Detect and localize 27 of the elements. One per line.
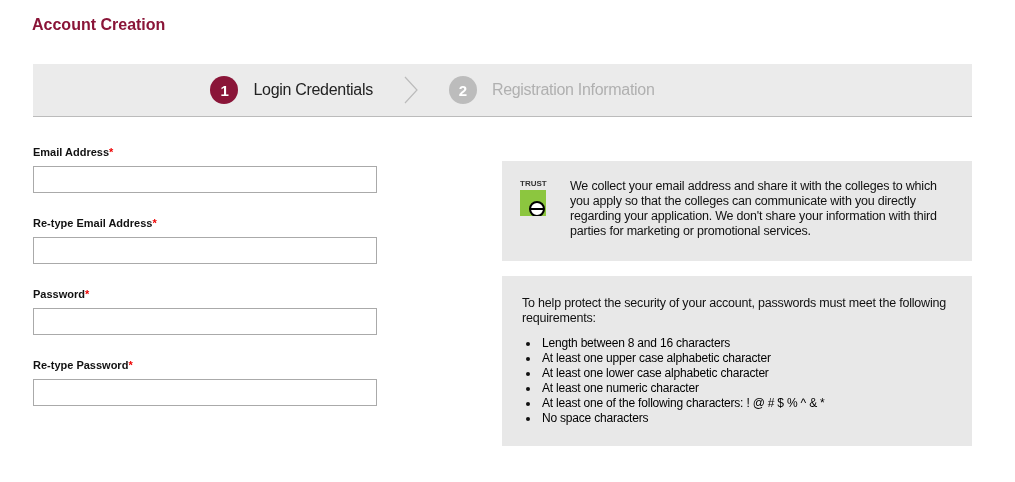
step-number: 1	[210, 76, 239, 104]
requirement-text: At least one of the following characters: ! @ # $ % ^ & *	[542, 396, 825, 411]
page-title: Account Creation	[32, 16, 167, 34]
step-number: 2	[448, 76, 477, 104]
chevron-icon	[402, 76, 419, 104]
input-field[interactable]	[33, 379, 377, 406]
bullet-icon	[526, 341, 530, 346]
input-field[interactable]	[33, 237, 377, 264]
input-field[interactable]	[33, 166, 377, 193]
bullet-icon	[526, 416, 530, 421]
field-label: Re-type Email Address*	[33, 217, 158, 229]
requirement-text: At least one upper case alphabetic character	[542, 351, 771, 366]
privacy-text: We collect your email address and share it with the colleges to which you apply so that the colleges can communicate with you directly regarding your application. We don't share your information with third parties for marketing or promotional services.	[570, 179, 938, 240]
requirements-intro: To help protect the security of your account, passwords must meet the following requirements:	[522, 296, 947, 326]
bullet-icon	[526, 401, 530, 406]
bullet-icon	[526, 356, 530, 361]
step-tab[interactable]: 1 Login Credentials	[210, 76, 373, 104]
requirement-text: At least one lower case alphabetic character	[542, 366, 769, 381]
bullet-icon	[526, 371, 530, 376]
field-label: Password*	[33, 288, 91, 300]
bullet-icon	[526, 386, 530, 391]
requirement-text: No space characters	[542, 411, 649, 426]
field-label: Re-type Password*	[33, 359, 134, 371]
requirement-text: Length between 8 and 16 characters	[542, 336, 730, 351]
field-label: Email Address*	[33, 146, 115, 158]
input-field[interactable]	[33, 308, 377, 335]
requirement-text: At least one numeric character	[542, 381, 699, 396]
